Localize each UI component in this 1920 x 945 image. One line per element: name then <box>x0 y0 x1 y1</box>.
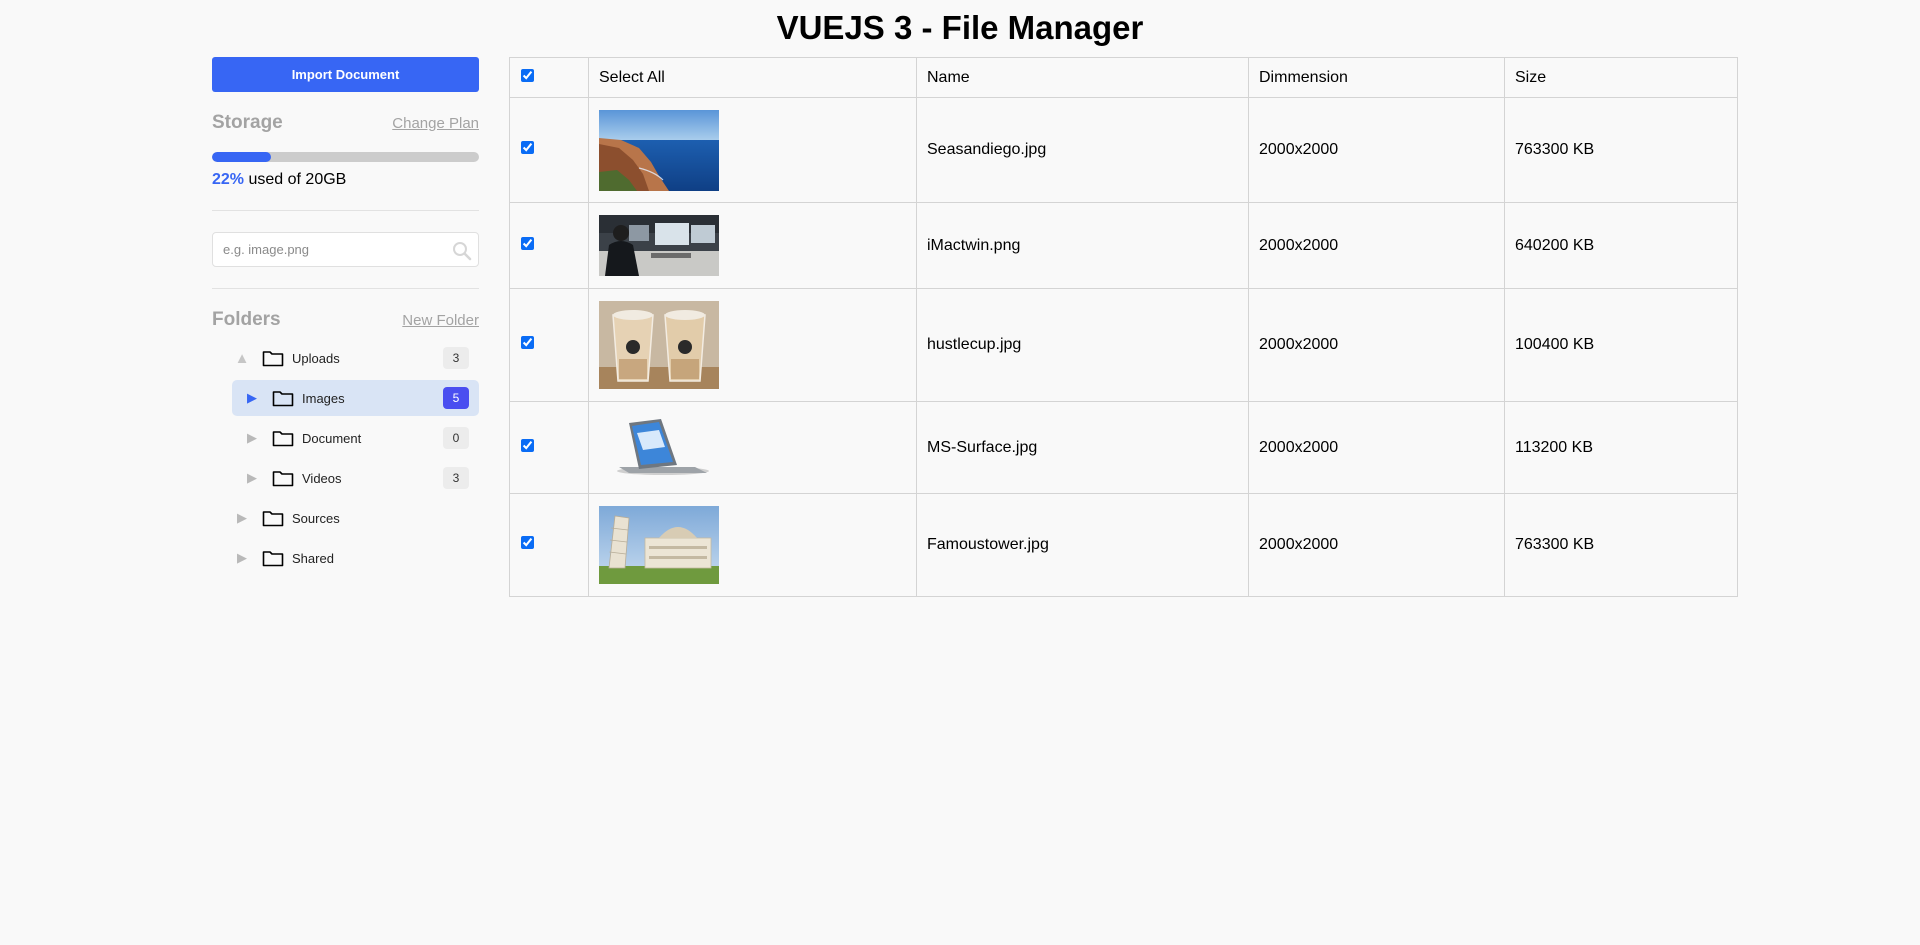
search-box <box>212 232 479 267</box>
surface-laptop-tablet-photo[interactable] <box>599 412 719 483</box>
header-check-cell <box>509 57 589 98</box>
page-title: VUEJS 3 - File Manager <box>776 9 1144 46</box>
file-name: Seasandiego.jpg <box>916 97 1249 203</box>
folder-count-badge: 3 <box>443 467 469 489</box>
thumbnail-cell <box>588 493 917 597</box>
folder-icon <box>272 391 294 407</box>
folder-label: Document <box>302 430 362 446</box>
folder-icon <box>262 551 284 567</box>
folder-label: Images <box>302 390 345 406</box>
sidebar: Import Document Storage Change Plan 22% … <box>212 57 479 580</box>
row-checkbox[interactable] <box>521 536 534 549</box>
file-dimension: 2000x2000 <box>1248 493 1505 597</box>
storage-used-percent: 22% <box>212 171 245 188</box>
table-row[interactable]: Seasandiego.jpg 2000x2000 763300 KB <box>509 97 1738 203</box>
thumbnail-cell <box>588 401 917 494</box>
check-cell <box>509 401 589 494</box>
size-header: Size <box>1504 57 1738 98</box>
folder-label: Sources <box>292 510 340 526</box>
folder-item-sources[interactable]: ▶ Sources <box>232 500 479 536</box>
file-dimension: 2000x2000 <box>1248 288 1505 402</box>
folder-item-document[interactable]: ▶ Document 0 <box>232 420 479 456</box>
folder-icon <box>262 511 284 527</box>
file-table: Select All Name Dimmension Size Seasandi… <box>509 57 1738 597</box>
storage-used-suffix: used of 20GB <box>248 171 347 188</box>
check-cell <box>509 202 589 289</box>
coastal-cliff-ocean-photo[interactable] <box>599 109 719 191</box>
folder-icon <box>272 431 294 447</box>
folder-icon <box>272 471 294 487</box>
thumbnail-cell <box>588 97 917 203</box>
import-document-button[interactable]: Import Document <box>212 57 479 92</box>
file-name: iMactwin.png <box>916 202 1249 289</box>
thumbnail-cell <box>588 288 917 402</box>
change-plan-link[interactable]: Change Plan <box>392 115 479 132</box>
storage-header: Storage Change Plan <box>212 112 479 133</box>
folder-count-badge: 3 <box>443 347 469 369</box>
folder-item-videos[interactable]: ▶ Videos 3 <box>232 460 479 496</box>
search-icon[interactable] <box>452 241 472 261</box>
row-checkbox[interactable] <box>521 438 534 452</box>
check-cell <box>509 493 589 597</box>
dimension-header: Dimmension <box>1248 57 1505 98</box>
file-name: Famoustower.jpg <box>916 493 1249 597</box>
two-iced-coffee-cups-photo[interactable] <box>599 301 719 389</box>
expand-triangle-icon[interactable]: ▶ <box>242 390 262 406</box>
divider <box>212 210 479 211</box>
file-size: 763300 KB <box>1504 97 1738 203</box>
expand-triangle-icon[interactable]: ▶ <box>242 430 262 446</box>
folders-header: Folders New Folder <box>212 309 479 330</box>
file-size: 100400 KB <box>1504 288 1738 402</box>
folder-item-images[interactable]: ▶ Images 5 <box>232 380 479 416</box>
file-size: 763300 KB <box>1504 493 1738 597</box>
search-input[interactable] <box>213 233 478 266</box>
file-dimension: 2000x2000 <box>1248 401 1505 494</box>
folder-tree: ▲ Uploads 3 ▶ Images 5 ▶ Document 0 ▶ Vi… <box>212 340 479 576</box>
storage-progress-bar <box>212 152 479 162</box>
folder-item-shared[interactable]: ▶ Shared <box>232 540 479 576</box>
table-header-row: Select All Name Dimmension Size <box>509 57 1738 98</box>
file-size: 640200 KB <box>1504 202 1738 289</box>
new-folder-link[interactable]: New Folder <box>402 312 479 329</box>
check-cell <box>509 97 589 203</box>
check-cell <box>509 288 589 402</box>
file-name: hustlecup.jpg <box>916 288 1249 402</box>
row-checkbox[interactable] <box>521 336 534 349</box>
folder-label: Shared <box>292 550 334 566</box>
folder-count-badge: 0 <box>443 427 469 449</box>
table-row[interactable]: iMactwin.png 2000x2000 640200 KB <box>509 202 1738 289</box>
file-dimension: 2000x2000 <box>1248 97 1505 203</box>
divider <box>212 288 479 289</box>
folder-icon <box>262 351 284 367</box>
collapse-triangle-icon[interactable]: ▲ <box>232 350 252 367</box>
expand-triangle-icon[interactable]: ▶ <box>232 510 252 526</box>
folder-label: Uploads <box>292 350 340 366</box>
file-size: 113200 KB <box>1504 401 1738 494</box>
folder-count-badge: 5 <box>443 387 469 409</box>
table-row[interactable]: hustlecup.jpg 2000x2000 100400 KB <box>509 288 1738 402</box>
table-row[interactable]: Famoustower.jpg 2000x2000 763300 KB <box>509 493 1738 597</box>
leaning-tower-of-pisa-photo[interactable] <box>599 506 719 584</box>
thumbnail-cell <box>588 202 917 289</box>
row-checkbox[interactable] <box>521 236 534 250</box>
file-dimension: 2000x2000 <box>1248 202 1505 289</box>
storage-title: Storage <box>212 112 283 133</box>
select-all-header: Select All <box>588 57 917 98</box>
folder-item-uploads[interactable]: ▲ Uploads 3 <box>232 340 479 376</box>
man-at-desk-with-monitors-photo[interactable] <box>599 215 719 276</box>
table-row[interactable]: MS-Surface.jpg 2000x2000 113200 KB <box>509 401 1738 494</box>
file-name: MS-Surface.jpg <box>916 401 1249 494</box>
expand-triangle-icon[interactable]: ▶ <box>242 470 262 486</box>
row-checkbox[interactable] <box>521 141 534 154</box>
expand-triangle-icon[interactable]: ▶ <box>232 550 252 566</box>
folder-label: Videos <box>302 470 342 486</box>
select-all-checkbox[interactable] <box>521 68 534 82</box>
storage-usage-text: 22% used of 20GB <box>212 171 479 189</box>
folders-title: Folders <box>212 309 281 330</box>
storage-progress-fill <box>212 152 271 162</box>
name-header: Name <box>916 57 1249 98</box>
